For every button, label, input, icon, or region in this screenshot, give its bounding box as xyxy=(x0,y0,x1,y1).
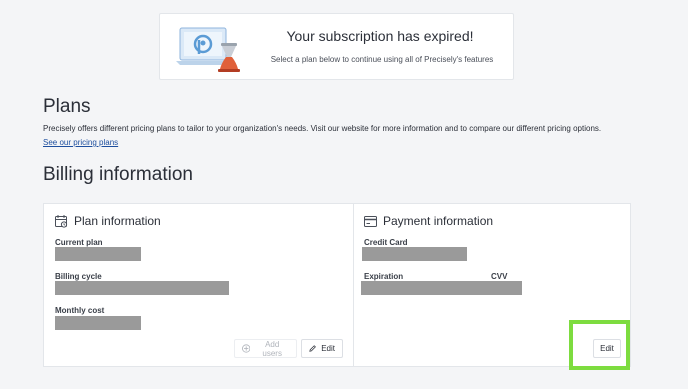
add-users-label: Add users xyxy=(262,339,282,358)
monthly-cost-value-redacted xyxy=(55,316,141,330)
add-users-button[interactable]: Add users xyxy=(234,339,297,358)
plans-description: Precisely offers different pricing plans… xyxy=(43,124,602,133)
subscription-expired-banner: Your subscription has expired! Select a … xyxy=(159,13,514,80)
pencil-icon xyxy=(309,345,316,352)
plan-information-header: Plan information xyxy=(55,214,161,228)
expiration-cvv-value-redacted xyxy=(361,281,522,295)
credit-card-value-redacted xyxy=(362,247,467,261)
edit-plan-button[interactable]: Edit xyxy=(301,339,343,358)
banner-title: Your subscription has expired! xyxy=(286,28,474,44)
edit-payment-button[interactable]: Edit xyxy=(593,339,621,358)
payment-information-title: Payment information xyxy=(383,214,494,228)
pricing-plans-link[interactable]: See our pricing plans xyxy=(43,138,118,147)
edit-plan-label: Edit xyxy=(321,344,335,353)
plan-information-title: Plan information xyxy=(74,214,161,228)
billing-card: Plan information Current plan Billing cy… xyxy=(43,203,631,367)
calendar-icon xyxy=(55,214,68,228)
credit-card-icon xyxy=(364,215,377,227)
credit-card-label: Credit Card xyxy=(364,238,408,247)
plans-heading: Plans xyxy=(43,96,91,117)
laptop-hourglass-icon xyxy=(176,27,240,72)
card-divider xyxy=(353,204,354,366)
plus-circle-icon xyxy=(242,344,251,353)
billing-cycle-value-redacted xyxy=(55,281,229,295)
expiration-label: Expiration xyxy=(364,272,404,281)
cvv-label: CVV xyxy=(491,272,508,281)
payment-information-header: Payment information xyxy=(364,214,493,228)
billing-heading: Billing information xyxy=(43,164,193,185)
current-plan-label: Current plan xyxy=(55,238,103,247)
billing-cycle-label: Billing cycle xyxy=(55,272,102,281)
page: Your subscription has expired! Select a … xyxy=(0,0,688,389)
banner-subtitle: Select a plan below to continue using al… xyxy=(270,55,494,64)
current-plan-value-redacted xyxy=(55,247,141,261)
edit-payment-label: Edit xyxy=(600,344,614,353)
monthly-cost-label: Monthly cost xyxy=(55,306,105,315)
